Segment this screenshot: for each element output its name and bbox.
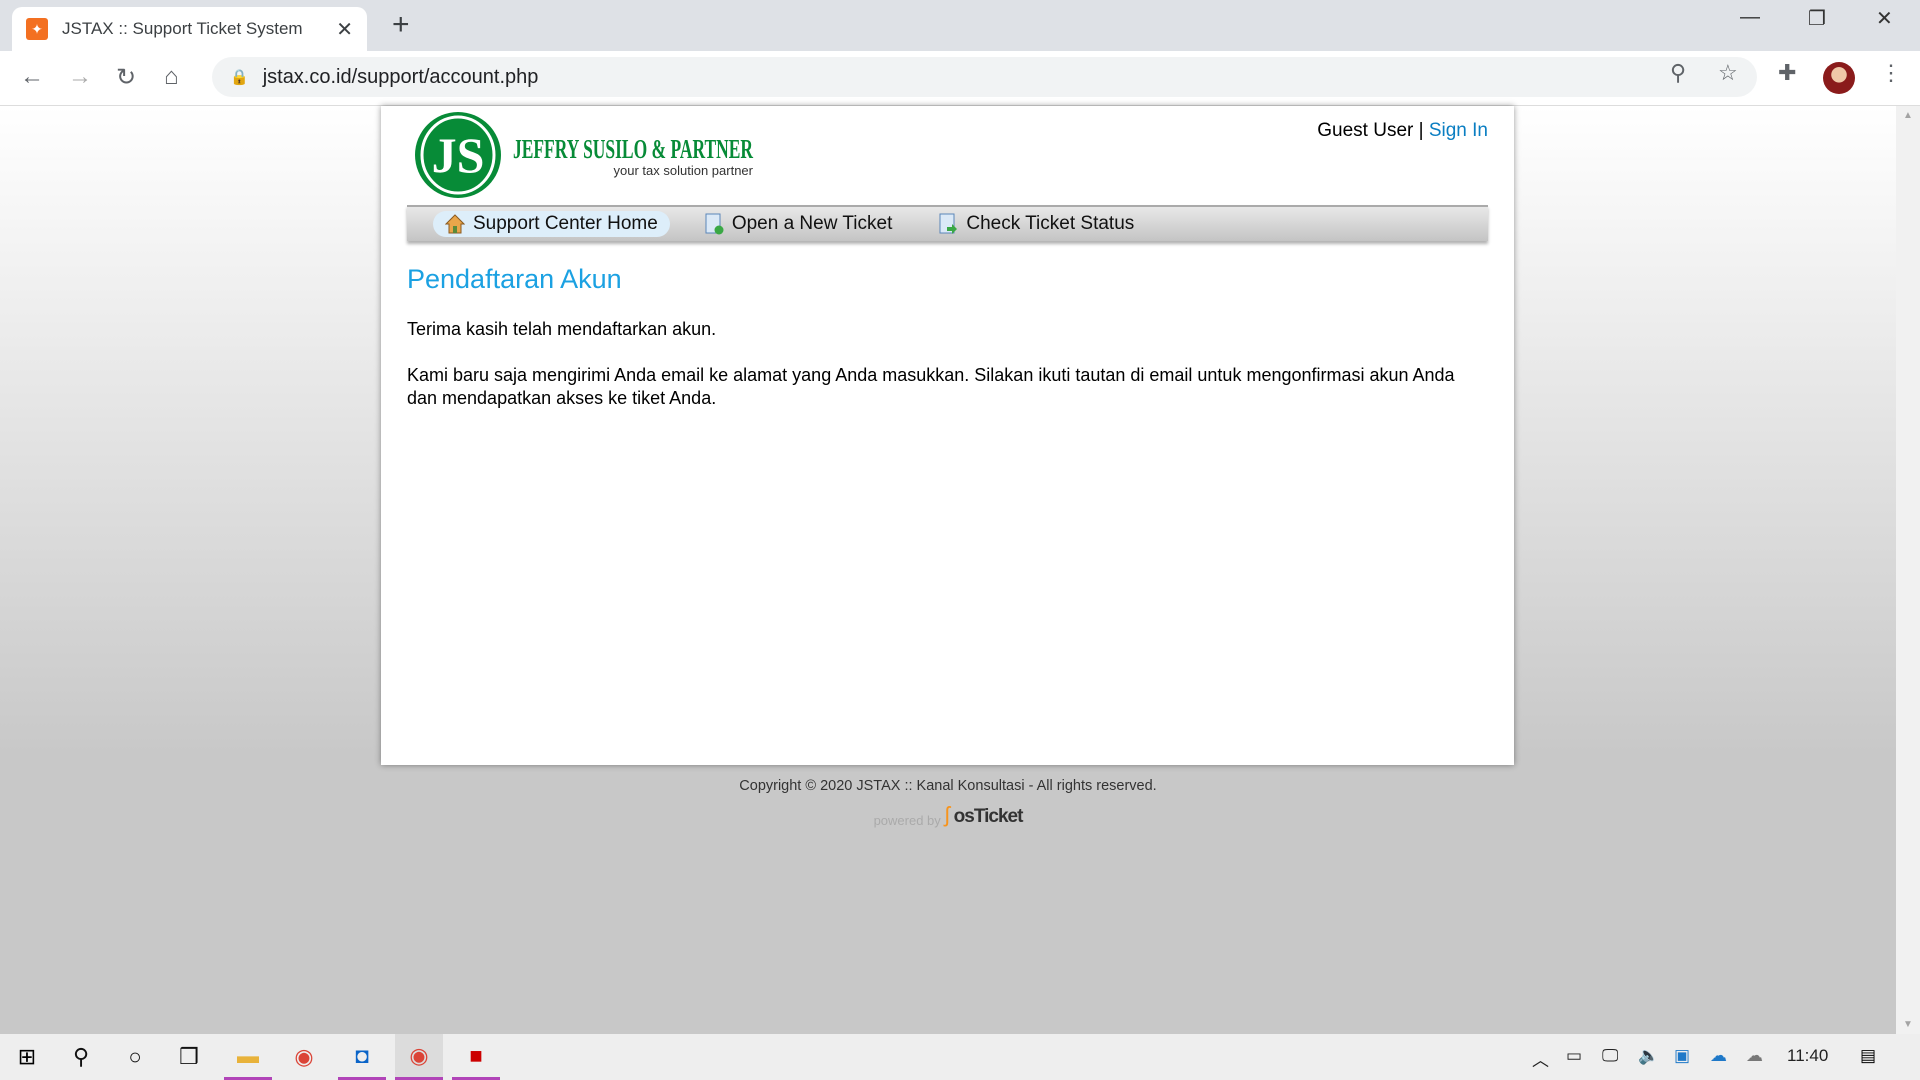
close-window-icon[interactable]: ✕ xyxy=(1876,6,1893,31)
extensions-icon[interactable]: ✚ xyxy=(1778,60,1796,86)
windows-start-icon[interactable]: ⊞ xyxy=(3,1034,51,1080)
file-explorer-icon[interactable]: ▬ xyxy=(224,1034,272,1080)
nav-label: Check Ticket Status xyxy=(966,213,1135,234)
close-tab-icon[interactable]: ✕ xyxy=(336,17,353,42)
page-viewport: JS JEFFRY SUSILO & PARTNER your tax solu… xyxy=(0,106,1896,1034)
osticket-brand: osTicket xyxy=(953,806,1024,827)
acrobat-icon[interactable]: ■ xyxy=(452,1034,500,1080)
profile-avatar[interactable] xyxy=(1823,62,1855,94)
lock-icon: 🔒 xyxy=(230,69,249,86)
menu-icon[interactable]: ⋮ xyxy=(1880,60,1902,86)
nav-open-new-ticket[interactable]: Open a New Ticket xyxy=(692,211,905,237)
bookmark-star-icon[interactable]: ☆ xyxy=(1718,60,1738,86)
page-title: Pendaftaran Akun xyxy=(407,264,622,294)
chrome-icon[interactable]: ◉ xyxy=(280,1034,328,1080)
browser-tab[interactable]: ✦ JSTAX :: Support Ticket System ✕ xyxy=(12,7,367,51)
reload-icon[interactable]: ↻ xyxy=(116,63,136,92)
cloud-icon[interactable]: ☁ xyxy=(1746,1046,1763,1066)
notifications-icon[interactable]: ▤ xyxy=(1860,1046,1876,1066)
tab-title: JSTAX :: Support Ticket System xyxy=(62,19,303,38)
confirmation-text: Kami baru saja mengirimi Anda email ke a… xyxy=(407,365,1455,408)
search-icon[interactable]: ⚲ xyxy=(57,1034,105,1080)
browser-toolbar: ← → ↻ ⌂ 🔒 jstax.co.id/support/account.ph… xyxy=(0,51,1920,106)
separator: | xyxy=(1418,120,1424,141)
zoom-icon[interactable]: ⚲ xyxy=(1670,60,1686,86)
thank-you-text: Terima kasih telah mendaftarkan akun. xyxy=(407,319,717,339)
svg-text:JS: JS xyxy=(432,127,485,183)
svg-text:your tax solution partner: your tax solution partner xyxy=(614,163,754,178)
copyright-text: Copyright © 2020 JSTAX :: Kanal Konsulta… xyxy=(739,778,1157,794)
battery-icon[interactable]: ▭ xyxy=(1566,1046,1582,1066)
powered-by-osticket[interactable]: powered by ʃ osTicket xyxy=(0,802,1896,828)
new-tab-icon[interactable]: + xyxy=(392,8,410,42)
content-container: JS JEFFRY SUSILO & PARTNER your tax solu… xyxy=(381,106,1514,765)
vertical-scrollbar[interactable]: ▲ ▼ xyxy=(1896,106,1920,1034)
nav-support-center-home[interactable]: Support Center Home xyxy=(433,211,670,237)
show-hidden-icons[interactable]: ︿ xyxy=(1532,1046,1549,1071)
new-ticket-icon xyxy=(705,213,724,235)
onedrive-icon[interactable]: ☁ xyxy=(1710,1046,1727,1066)
cortana-icon[interactable]: ○ xyxy=(111,1034,159,1080)
volume-icon[interactable]: 🔈 xyxy=(1638,1046,1659,1066)
chrome-active-icon[interactable]: ◉ xyxy=(395,1034,443,1080)
sign-in-link[interactable]: Sign In xyxy=(1429,120,1488,141)
powered-by-label: powered by xyxy=(873,813,941,828)
restore-icon[interactable]: ❐ xyxy=(1808,6,1826,31)
nav-check-ticket-status[interactable]: Check Ticket Status xyxy=(926,211,1146,237)
company-logo[interactable]: JS JEFFRY SUSILO & PARTNER your tax solu… xyxy=(413,110,773,200)
user-info: Guest User | Sign In xyxy=(1317,120,1488,142)
nav-label: Open a New Ticket xyxy=(731,213,893,234)
back-icon[interactable]: ← xyxy=(20,63,44,91)
home-icon[interactable]: ⌂ xyxy=(164,63,179,91)
intel-graphics-icon[interactable]: ▣ xyxy=(1674,1046,1690,1066)
nav-label: Support Center Home xyxy=(473,213,658,234)
home-icon xyxy=(445,214,465,234)
ticket-status-icon xyxy=(939,213,958,234)
scroll-up-icon[interactable]: ▲ xyxy=(1903,110,1913,121)
task-view-icon[interactable]: ❒ xyxy=(165,1034,213,1080)
clock[interactable]: 11:40 xyxy=(1787,1046,1828,1066)
svg-text:JEFFRY SUSILO & PARTNER: JEFFRY SUSILO & PARTNER xyxy=(513,134,753,164)
outlook-icon[interactable]: ◘ xyxy=(338,1034,386,1080)
network-icon[interactable]: 🖵 xyxy=(1602,1046,1618,1066)
forward-icon[interactable]: → xyxy=(68,63,92,91)
scroll-down-icon[interactable]: ▼ xyxy=(1903,1019,1913,1030)
minimize-icon[interactable]: — xyxy=(1740,6,1760,29)
footer: Copyright © 2020 JSTAX :: Kanal Konsulta… xyxy=(0,778,1896,828)
url-text: jstax.co.id/support/account.php xyxy=(262,65,539,88)
kangaroo-icon: ʃ xyxy=(944,802,950,827)
guest-user-label: Guest User xyxy=(1317,120,1414,141)
kangaroo-favicon-icon: ✦ xyxy=(26,18,48,40)
browser-tab-bar: ✦ JSTAX :: Support Ticket System ✕ + — ❐… xyxy=(0,0,1920,51)
windows-taskbar: ⊞ ⚲ ○ ❒ ▬ ◉ ◘ ◉ ■ ︿ ▭ 🖵 🔈 ▣ ☁ ☁ 11:40 ▤ xyxy=(0,1034,1920,1080)
address-bar[interactable]: 🔒 jstax.co.id/support/account.php xyxy=(212,57,1757,97)
main-nav: Support Center Home Open a New Ticket Ch… xyxy=(407,205,1488,241)
